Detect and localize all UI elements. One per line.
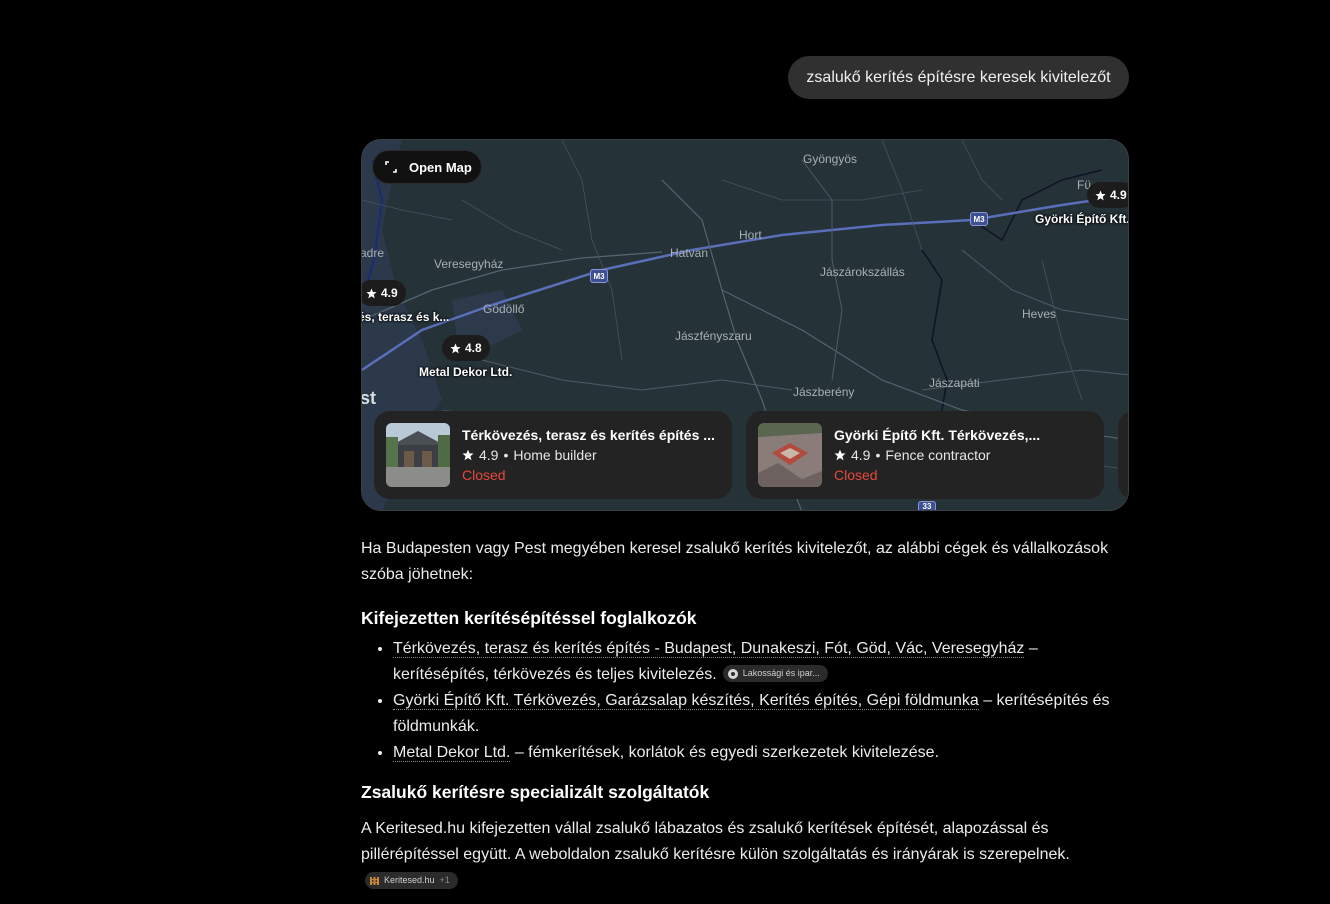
paragraph: A Keritesed.hu kifejezetten vállal zsalu… bbox=[361, 820, 1070, 863]
place-card-rating: 4.9 bbox=[851, 447, 871, 463]
list-item: Györki Építő Kft. Térkövezés, Garázsalap… bbox=[393, 688, 1129, 740]
map-place-label: Jászapáti bbox=[929, 376, 980, 390]
open-map-button[interactable]: Open Map bbox=[372, 150, 482, 184]
star-icon bbox=[450, 343, 461, 353]
star-icon bbox=[462, 449, 474, 461]
user-message-text: zsalukő kerítés építésre keresek kivitel… bbox=[806, 68, 1111, 86]
pin-label[interactable]: Györki Építő Kft. bbox=[1035, 212, 1128, 226]
source-chip-label: Keritesed.hu bbox=[384, 875, 435, 886]
contractor-list: Térkövezés, terasz és kerítés építés - B… bbox=[361, 636, 1129, 766]
source-chip[interactable]: Lakossági és ipar... bbox=[722, 665, 828, 683]
place-card-category: Home builder bbox=[513, 447, 597, 463]
place-card-title: Györki Építő Kft. Térkövezés,... bbox=[834, 427, 1041, 443]
pin-rating: 4.9 bbox=[1110, 188, 1127, 202]
list-item: Térkövezés, terasz és kerítés építés - B… bbox=[393, 636, 1129, 688]
place-thumbnail bbox=[386, 423, 450, 487]
map-place-label: Gödöllő bbox=[483, 302, 525, 316]
contractor-link[interactable]: Térkövezés, terasz és kerítés építés - B… bbox=[393, 640, 1025, 658]
road-shield-33: 33 bbox=[918, 501, 936, 510]
map-place-label: Veresegyház bbox=[434, 257, 504, 271]
map-widget[interactable]: Gyöngyös Hort Hatvan Veresegyház Jászáro… bbox=[361, 139, 1129, 511]
expand-icon bbox=[385, 161, 397, 173]
map-pin[interactable]: 4.9 bbox=[362, 280, 406, 306]
bullet-separator: • bbox=[875, 447, 881, 463]
section-heading: Kifejezetten kerítésépítéssel foglalkozó… bbox=[361, 608, 697, 628]
place-card[interactable]: Györki Építő Kft. Térkövezés,... 4.9 • F… bbox=[746, 411, 1104, 499]
open-map-label: Open Map bbox=[409, 159, 472, 175]
pin-label[interactable]: és, terasz és k... bbox=[362, 310, 449, 324]
map-place-label: Jászberény bbox=[793, 385, 855, 399]
map-place-label: Heves bbox=[1022, 307, 1057, 321]
pin-label[interactable]: Metal Dekor Ltd. bbox=[419, 365, 512, 379]
contractor-link[interactable]: Metal Dekor Ltd. bbox=[393, 744, 511, 762]
road-shield-m3: M3 bbox=[970, 212, 988, 226]
road-shield-m3: M3 bbox=[590, 269, 608, 283]
map-pin[interactable]: 4.9 bbox=[1087, 182, 1128, 208]
place-card-title: Térkövezés, terasz és kerítés építés ... bbox=[462, 427, 715, 443]
pin-rating: 4.8 bbox=[465, 341, 482, 355]
list-item-desc: – fémkerítések, korlátok és egyedi szerk… bbox=[510, 744, 940, 761]
source-chip[interactable]: Keritesed.hu +1 bbox=[365, 872, 458, 890]
list-item: Metal Dekor Ltd. – fémkerítések, korláto… bbox=[393, 740, 1129, 766]
contractor-link[interactable]: Györki Építő Kft. Térkövezés, Garázsalap… bbox=[393, 692, 979, 710]
place-card-status: Closed bbox=[834, 467, 878, 483]
map-place-label: Hort bbox=[739, 228, 762, 242]
map-place-label: Jászárokszállás bbox=[820, 265, 905, 279]
star-icon bbox=[834, 449, 846, 461]
place-card-meta: 4.9 • Home builder bbox=[462, 447, 720, 463]
place-card-rating: 4.9 bbox=[479, 447, 499, 463]
place-card[interactable]: Térkövezés, terasz és kerítés építés ...… bbox=[374, 411, 732, 499]
user-message-bubble: zsalukő kerítés építésre keresek kivitel… bbox=[788, 56, 1129, 99]
place-card-category: Fence contractor bbox=[885, 447, 991, 463]
place-thumbnail bbox=[758, 423, 822, 487]
map-place-label: adre bbox=[361, 246, 385, 260]
source-favicon-icon bbox=[727, 668, 738, 679]
star-icon bbox=[1095, 190, 1106, 200]
place-card-status: Closed bbox=[462, 467, 506, 483]
map-place-label: Hatvan bbox=[670, 246, 709, 260]
source-chip-extra: +1 bbox=[439, 875, 450, 886]
map-place-label: Gyöngyös bbox=[803, 152, 858, 166]
bullet-separator: • bbox=[503, 447, 509, 463]
map-place-label: st bbox=[361, 388, 377, 408]
map-place-label: Jászfényszaru bbox=[675, 329, 752, 343]
source-chip-label: Lakossági és ipar... bbox=[742, 668, 820, 679]
place-card-meta: 4.9 • Fence contractor bbox=[834, 447, 1092, 463]
map-pin[interactable]: 4.8 bbox=[442, 335, 490, 361]
section-heading: Zsalukő kerítésre specializált szolgálta… bbox=[361, 782, 710, 802]
place-card-peek[interactable] bbox=[1118, 411, 1128, 499]
star-icon bbox=[366, 288, 377, 298]
fence-favicon-icon bbox=[370, 877, 379, 886]
intro-paragraph: Ha Budapesten vagy Pest megyében keresel… bbox=[361, 540, 1109, 583]
assistant-response: Ha Budapesten vagy Pest megyében keresel… bbox=[361, 536, 1129, 894]
pin-rating: 4.9 bbox=[381, 286, 398, 300]
